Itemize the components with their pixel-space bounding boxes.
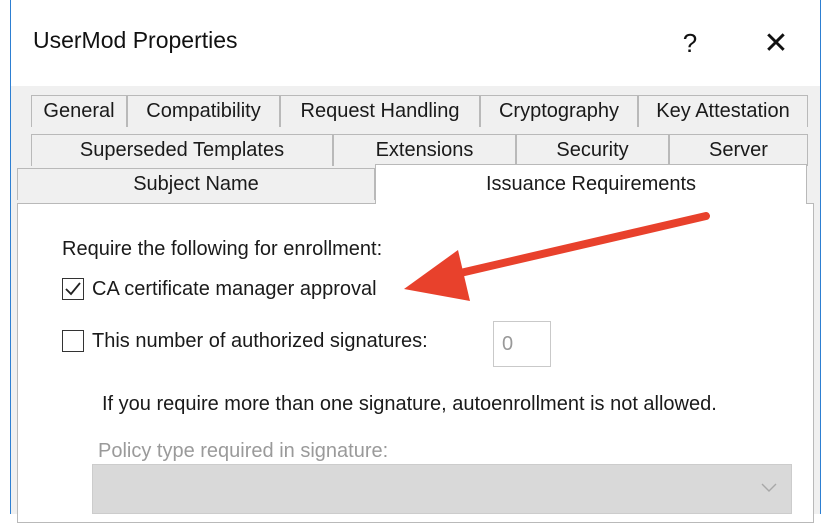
tab-server[interactable]: Server (669, 134, 808, 166)
tab-row-3: Subject Name Issuance Requirements (11, 164, 820, 204)
tab-key-attestation[interactable]: Key Attestation (638, 95, 808, 127)
tab-cryptography[interactable]: Cryptography (480, 95, 638, 127)
signatures-label[interactable]: This number of authorized signatures: (92, 330, 428, 353)
ca-approval-checkbox[interactable] (62, 278, 84, 300)
issuance-requirements-panel: Require the following for enrollment: CA… (17, 203, 814, 523)
tab-subject-name[interactable]: Subject Name (17, 168, 375, 200)
properties-dialog: UserMod Properties ? ✕ General Compatibi… (10, 0, 821, 523)
tab-row-1: General Compatibility Request Handling C… (11, 95, 820, 127)
tab-security[interactable]: Security (516, 134, 669, 166)
help-button[interactable]: ? (647, 0, 733, 86)
tab-compatibility[interactable]: Compatibility (127, 95, 280, 127)
checkmark-icon (65, 282, 81, 296)
tab-request-handling[interactable]: Request Handling (280, 95, 480, 127)
policy-type-label: Policy type required in signature: (98, 440, 389, 462)
policy-type-dropdown[interactable] (92, 464, 792, 514)
tab-row-2: Superseded Templates Extensions Security… (11, 134, 820, 166)
title-bar: UserMod Properties ? ✕ (11, 0, 820, 86)
dialog-title: UserMod Properties (33, 27, 238, 53)
chevron-down-icon (761, 483, 777, 492)
enrollment-requirements-heading: Require the following for enrollment: (62, 238, 383, 260)
ca-approval-label[interactable]: CA certificate manager approval (92, 278, 377, 301)
close-icon: ✕ (763, 26, 789, 60)
tab-issuance-requirements[interactable]: Issuance Requirements (375, 164, 807, 204)
tab-extensions[interactable]: Extensions (333, 134, 516, 166)
signatures-checkbox[interactable] (62, 330, 84, 352)
signatures-count-input[interactable]: 0 (493, 321, 551, 367)
close-button[interactable]: ✕ (733, 0, 819, 86)
autoenrollment-note: If you require more than one signature, … (102, 393, 717, 415)
help-icon: ? (682, 27, 698, 58)
tab-general[interactable]: General (31, 95, 127, 127)
tab-superseded-templates[interactable]: Superseded Templates (31, 134, 333, 166)
